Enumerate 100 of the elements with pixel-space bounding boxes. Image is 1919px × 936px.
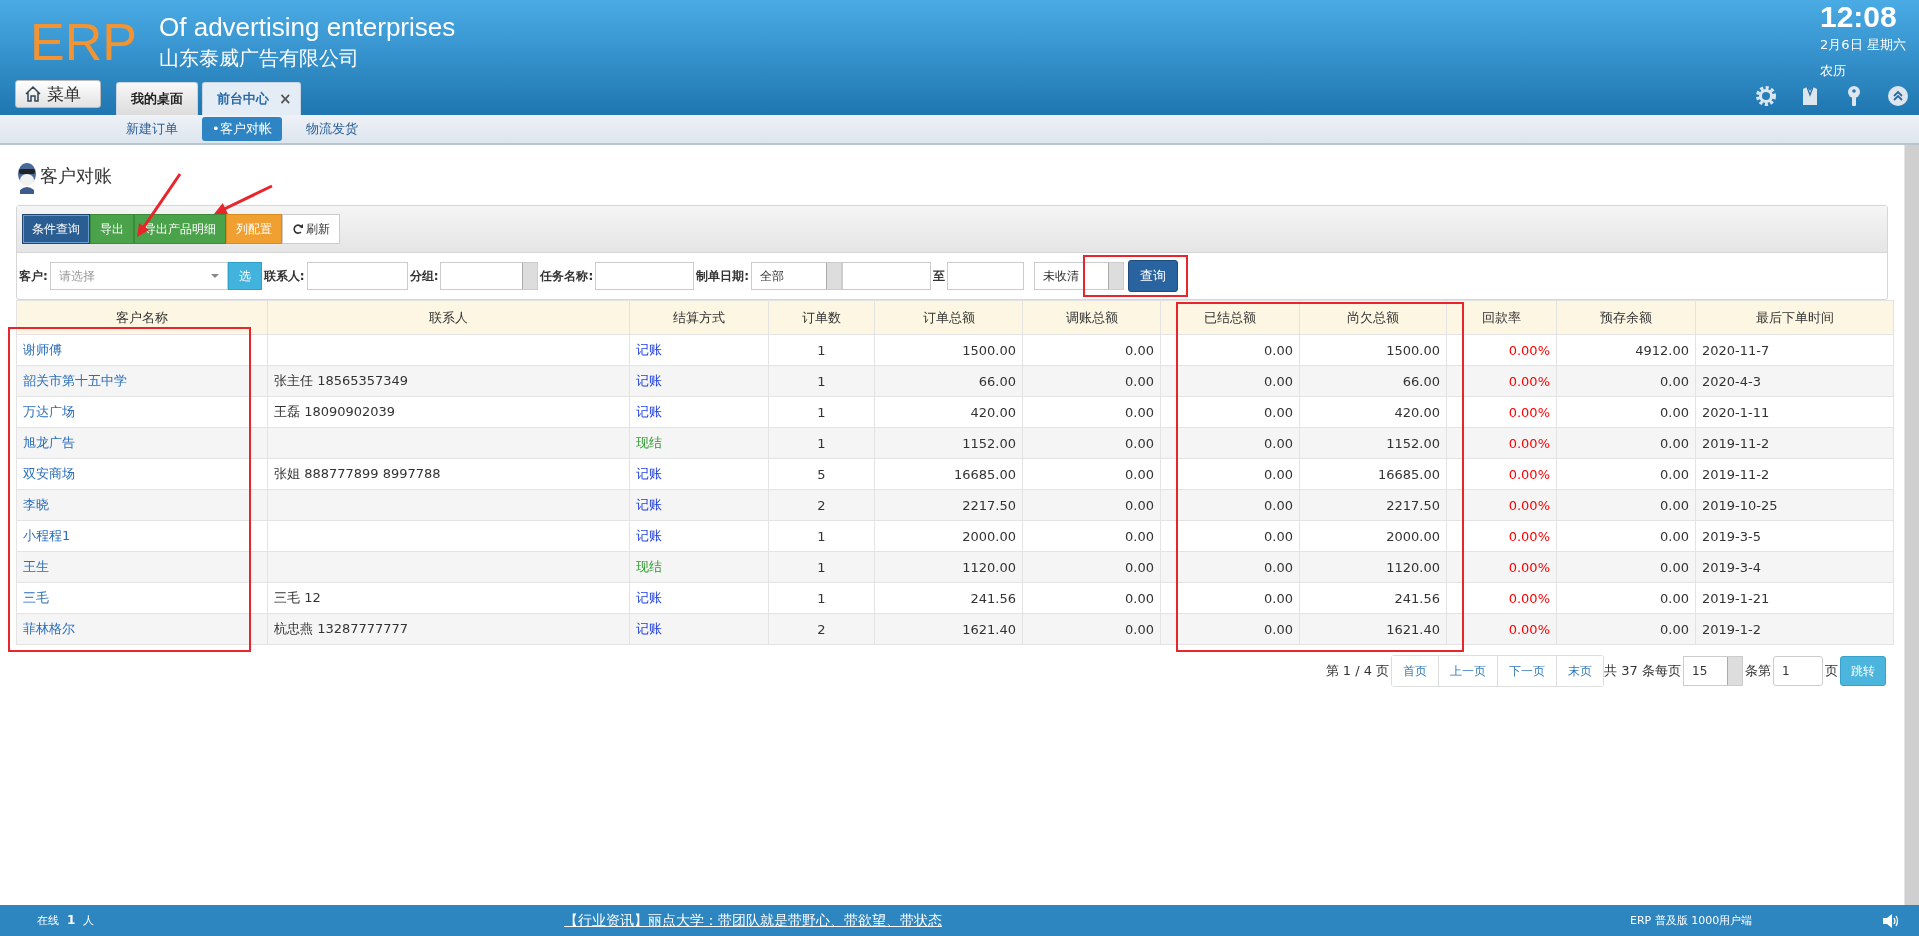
menu-button[interactable]: 菜单: [15, 80, 101, 108]
table-cell: 1: [768, 396, 875, 428]
customer-link[interactable]: 菲林格尔: [16, 613, 268, 645]
close-icon[interactable]: ×: [279, 90, 292, 108]
table-cell: 1: [768, 334, 875, 366]
toolbar-button[interactable]: 刷新: [282, 214, 340, 244]
customer-select[interactable]: 请选择: [49, 262, 228, 290]
home-icon: [24, 85, 42, 103]
table-cell: 杭忠燕 13287777777: [267, 613, 630, 645]
customer-link[interactable]: 万达广场: [16, 396, 268, 428]
toolbar-button[interactable]: 条件查询: [22, 214, 90, 244]
dropdown-select[interactable]: [440, 262, 539, 290]
online-count: 1: [67, 913, 76, 928]
subnav-item[interactable]: •客户对帐: [202, 117, 282, 141]
table-cell: 0.00: [1160, 613, 1300, 645]
table-cell: 0.00%: [1446, 427, 1557, 459]
table-cell: 0.00%: [1446, 520, 1557, 552]
table-cell: 1500.00: [874, 334, 1023, 366]
table-cell: 0.00%: [1446, 489, 1557, 521]
filter-label: 分组:: [408, 267, 440, 285]
input-field[interactable]: [947, 262, 1025, 290]
column-header[interactable]: 回款率: [1446, 300, 1557, 335]
table-cell: 0.00: [1160, 489, 1300, 521]
subnav-item[interactable]: 新建订单: [116, 117, 188, 141]
scrollbar[interactable]: [1904, 145, 1919, 905]
table-cell: 5: [768, 458, 875, 490]
page-size-select[interactable]: 15: [1683, 656, 1743, 686]
column-header[interactable]: 预存余额: [1556, 300, 1696, 335]
table-cell: 0.00%: [1446, 396, 1557, 428]
table-cell: 0.00: [1556, 613, 1696, 645]
query-button[interactable]: 查询: [1128, 260, 1179, 292]
table-cell: 记账: [629, 520, 769, 552]
customer-link[interactable]: 三毛: [16, 582, 268, 614]
table-cell: 记账: [629, 489, 769, 521]
pager-button[interactable]: 末页: [1556, 656, 1604, 686]
table-cell: 记账: [629, 334, 769, 366]
column-header[interactable]: 最后下单时间: [1695, 300, 1894, 335]
table-cell: 0.00: [1160, 334, 1300, 366]
table-cell: 0.00: [1556, 551, 1696, 583]
table-cell: 王磊 18090902039: [267, 396, 630, 428]
table-cell: 2019-1-2: [1695, 613, 1894, 645]
column-header[interactable]: 尚欠总额: [1299, 300, 1447, 335]
table-cell: 0.00: [1160, 396, 1300, 428]
input-field[interactable]: [595, 262, 695, 290]
table-cell: 2: [768, 613, 875, 645]
table-cell: 0.00: [1556, 427, 1696, 459]
customer-link[interactable]: 韶关市第十五中学: [16, 365, 268, 397]
table-cell: 1: [768, 365, 875, 397]
table-cell: 2019-11-2: [1695, 458, 1894, 490]
news-link[interactable]: 【行业资讯】丽点大学：带团队就是带野心、带欲望、带状态: [564, 911, 1630, 930]
input-field[interactable]: [842, 262, 932, 290]
edition-text: ERP 普及版 1000用户端: [1630, 913, 1754, 928]
table-cell: 2020-11-7: [1695, 334, 1894, 366]
table-cell: 2019-11-2: [1695, 427, 1894, 459]
table-cell: 0.00: [1022, 427, 1161, 459]
table-cell: 2020-1-11: [1695, 396, 1894, 428]
customer-link[interactable]: 双安商场: [16, 458, 268, 490]
column-header[interactable]: 客户名称: [16, 300, 268, 335]
dropdown-select[interactable]: 全部: [751, 262, 843, 290]
column-header[interactable]: 调账总额: [1022, 300, 1161, 335]
column-header[interactable]: 联系人: [267, 300, 630, 335]
table-cell: 0.00: [1556, 365, 1696, 397]
table-cell: 4912.00: [1556, 334, 1696, 366]
column-header[interactable]: 订单总额: [874, 300, 1023, 335]
column-header[interactable]: 订单数: [768, 300, 875, 335]
table-cell: 0.00: [1022, 396, 1161, 428]
table-cell: 66.00: [1299, 365, 1447, 397]
table-cell: 张主任 18565357349: [267, 365, 630, 397]
page-input[interactable]: 1: [1773, 656, 1823, 686]
customer-link[interactable]: 小程程1: [16, 520, 268, 552]
column-header[interactable]: 已结总额: [1160, 300, 1300, 335]
dropdown-select[interactable]: 未收清: [1034, 262, 1125, 290]
filter-label: 制单日期:: [695, 267, 751, 285]
table-cell: 420.00: [1299, 396, 1447, 428]
subnav-item[interactable]: 物流发货: [295, 117, 368, 141]
customer-link[interactable]: 旭龙广告: [16, 427, 268, 459]
toolbar-button[interactable]: 导出: [90, 214, 134, 244]
table-cell: 2000.00: [874, 520, 1023, 552]
tab[interactable]: 我的桌面: [116, 82, 198, 115]
table-cell: 16685.00: [874, 458, 1023, 490]
column-header[interactable]: 结算方式: [629, 300, 769, 335]
table-cell: 1120.00: [874, 551, 1023, 583]
settings-icon[interactable]: [1755, 85, 1777, 107]
logo-text: ERP: [30, 13, 137, 71]
annotation-arrow: [214, 184, 273, 214]
table-cell: 0.00: [1556, 489, 1696, 521]
table-cell: 2000.00: [1299, 520, 1447, 552]
table-cell: 2217.50: [1299, 489, 1447, 521]
table-cell: 0.00%: [1446, 365, 1557, 397]
collapse-icon[interactable]: [1887, 85, 1909, 107]
input-field[interactable]: [306, 262, 408, 290]
tab[interactable]: 前台中心 ×: [202, 82, 301, 115]
table-cell: 0.00: [1160, 365, 1300, 397]
customer-link[interactable]: 李晓: [16, 489, 268, 521]
customer-link[interactable]: 谢师傅: [16, 334, 268, 366]
table-cell: 420.00: [874, 396, 1023, 428]
lunar-date: 农历: [1820, 62, 1847, 80]
speaker-icon[interactable]: [1882, 912, 1900, 929]
table-cell: 0.00: [1022, 334, 1161, 366]
customer-link[interactable]: 王生: [16, 551, 268, 583]
